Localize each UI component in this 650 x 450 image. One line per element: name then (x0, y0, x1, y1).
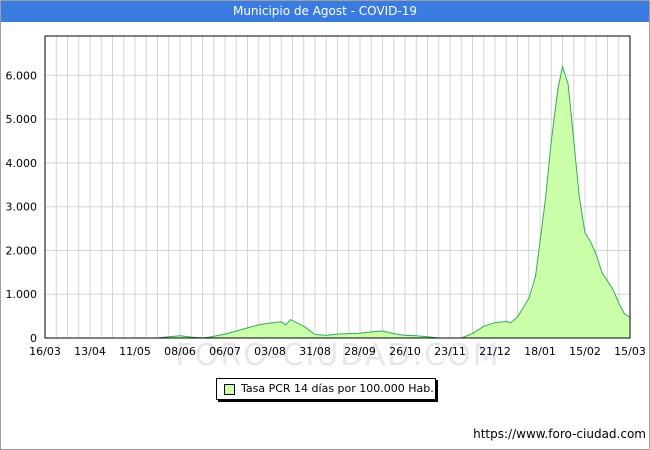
x-tick-label: 16/03 (29, 345, 61, 358)
x-tick-label: 31/08 (299, 345, 331, 358)
y-tick-label: 5.000 (6, 113, 38, 126)
y-tick-label: 3.000 (6, 201, 38, 214)
x-tick-label: 23/11 (434, 345, 466, 358)
footer-url: https://www.foro-ciudad.com (473, 427, 646, 441)
x-tick-label: 03/08 (254, 345, 286, 358)
x-tick-label: 15/03 (614, 345, 646, 358)
legend: Tasa PCR 14 días por 100.000 Hab. (216, 378, 436, 400)
x-tick-label: 21/12 (479, 345, 511, 358)
x-tick-label: 08/06 (164, 345, 196, 358)
x-tick-label: 28/09 (344, 345, 376, 358)
x-tick-label: 18/01 (524, 345, 556, 358)
y-tick-label: 6.000 (6, 69, 38, 82)
x-tick-label: 11/05 (119, 345, 151, 358)
x-tick-label: 26/10 (389, 345, 421, 358)
y-tick-label: 0 (30, 332, 37, 345)
y-tick-label: 2.000 (6, 244, 38, 257)
x-tick-label: 15/02 (569, 345, 601, 358)
legend-swatch (224, 384, 235, 395)
y-tick-label: 1.000 (6, 288, 38, 301)
y-tick-label: 4.000 (6, 157, 38, 170)
legend-label: Tasa PCR 14 días por 100.000 Hab. (241, 382, 434, 395)
y-axis-labels: 0 1.000 2.000 3.000 4.000 5.000 6.000 (6, 69, 38, 345)
x-tick-label: 06/07 (209, 345, 241, 358)
x-tick-label: 13/04 (74, 345, 106, 358)
